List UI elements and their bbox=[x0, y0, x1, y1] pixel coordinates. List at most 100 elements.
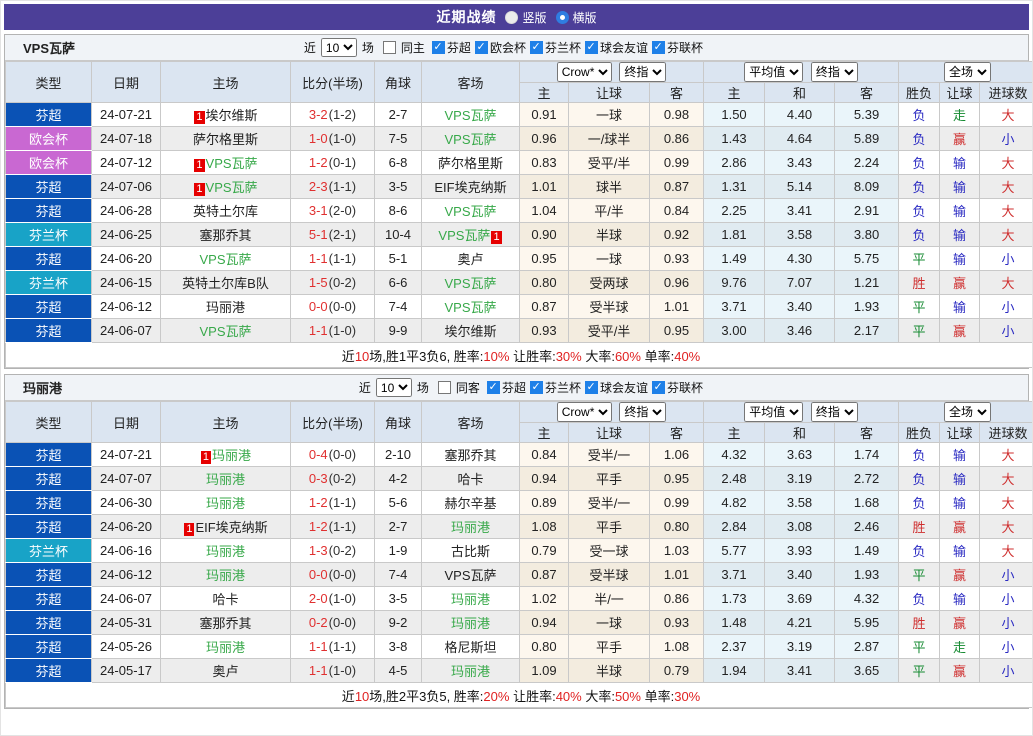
league-filter[interactable]: 芬超 bbox=[483, 379, 526, 396]
result-wdl: 负 bbox=[898, 538, 941, 563]
league-filter[interactable]: 芬联杯 bbox=[648, 39, 703, 56]
crow-home-odds: 0.90 bbox=[519, 222, 569, 247]
avg-home-odds: 1.73 bbox=[703, 586, 766, 611]
avg-draw-odds: 3.58 bbox=[764, 490, 836, 515]
table-row: 芬兰杯 24-06-15 英特土尔库B队 1-5(0-2) 6-6 VPS瓦萨 … bbox=[5, 270, 1032, 295]
avg-company-select[interactable]: 平均值 bbox=[744, 62, 804, 82]
crow-final-select[interactable]: 终指 bbox=[619, 402, 667, 422]
home-team-cell: 玛丽港 bbox=[160, 562, 291, 587]
avg-home-odds: 9.76 bbox=[703, 270, 766, 295]
home-team-cell: 玛丽港 bbox=[160, 538, 291, 563]
same-venue-label: 同主 bbox=[400, 41, 425, 55]
radio-vertical-label: 竖版 bbox=[522, 10, 547, 25]
crow-company-select[interactable]: Crow* bbox=[556, 62, 612, 82]
fulltime-select[interactable]: 全场 bbox=[944, 62, 992, 82]
away-team-cell: 玛丽港 bbox=[421, 514, 520, 539]
same-venue-checkbox[interactable] bbox=[437, 381, 451, 394]
league-filter[interactable]: 芬联杯 bbox=[648, 379, 703, 396]
avg-draw-odds: 4.40 bbox=[764, 102, 836, 127]
league-filter[interactable]: 球会友谊 bbox=[581, 379, 648, 396]
col-crow-home: 主 bbox=[519, 82, 569, 103]
match-count-select[interactable]: 10 bbox=[375, 378, 412, 397]
crow-home-odds: 1.01 bbox=[519, 174, 569, 199]
score-cell: 1-1(1-1) bbox=[290, 246, 375, 271]
radio-vertical-icon[interactable] bbox=[505, 10, 519, 24]
checkbox-checked-icon[interactable] bbox=[486, 380, 500, 394]
fulltime-select-group: 全场 bbox=[898, 401, 1032, 423]
radio-horizontal-icon[interactable] bbox=[555, 10, 569, 24]
home-team-name: 塞那乔其 bbox=[199, 228, 252, 243]
halftime-score: (1-1) bbox=[328, 519, 357, 534]
checkbox-checked-icon[interactable] bbox=[651, 380, 665, 394]
crow-away-odds: 0.87 bbox=[648, 174, 705, 199]
crow-home-odds: 0.83 bbox=[519, 150, 569, 175]
checkbox-checked-icon[interactable] bbox=[584, 380, 598, 394]
checkbox-checked-icon[interactable] bbox=[431, 40, 445, 54]
home-team-cell: 1 玛丽港 bbox=[160, 442, 291, 467]
league-type-badge: 芬超 bbox=[5, 658, 92, 683]
crow-handicap-line: 半球 bbox=[568, 222, 650, 247]
fulltime-score: 3-1 bbox=[308, 203, 328, 218]
league-filter[interactable]: 芬超 bbox=[428, 39, 471, 56]
avg-away-odds: 5.75 bbox=[834, 246, 900, 271]
halftime-score: (0-0) bbox=[328, 299, 357, 314]
score-cell: 1-2(1-1) bbox=[290, 490, 375, 515]
league-filter[interactable]: 球会友谊 bbox=[581, 39, 648, 56]
crow-handicap-line: 平手 bbox=[568, 634, 650, 659]
corner-cell: 9-9 bbox=[374, 318, 422, 343]
result-wdl: 负 bbox=[898, 466, 941, 491]
checkbox-checked-icon[interactable] bbox=[529, 380, 543, 394]
checkbox-checked-icon[interactable] bbox=[474, 40, 488, 54]
games-label: 场 bbox=[416, 381, 429, 395]
halftime-score: (1-1) bbox=[328, 495, 357, 510]
league-filter[interactable]: 欧会杯 bbox=[471, 39, 526, 56]
league-filter[interactable]: 芬兰杯 bbox=[526, 379, 581, 396]
result-handicap: 输 bbox=[939, 490, 981, 515]
result-handicap: 输 bbox=[939, 150, 981, 175]
away-team-cell: VPS瓦萨 bbox=[421, 294, 520, 319]
league-type-badge: 芬超 bbox=[5, 198, 92, 223]
crow-away-odds: 0.92 bbox=[648, 222, 705, 247]
fulltime-select[interactable]: 全场 bbox=[944, 402, 992, 422]
layout-radio-horizontal[interactable]: 横版 bbox=[555, 9, 597, 26]
result-goals: 大 bbox=[979, 514, 1032, 539]
table-row: 芬超 24-07-06 1 VPS瓦萨 2-3(1-1) 3-5 EIF埃克纳斯 … bbox=[5, 174, 1032, 199]
date-cell: 24-06-20 bbox=[91, 514, 161, 539]
result-goals: 大 bbox=[979, 150, 1032, 175]
crow-final-select[interactable]: 终指 bbox=[619, 62, 667, 82]
checkbox-checked-icon[interactable] bbox=[529, 40, 543, 54]
corner-cell: 6-6 bbox=[374, 270, 422, 295]
avg-away-odds: 5.39 bbox=[834, 102, 900, 127]
layout-radio-vertical[interactable]: 竖版 bbox=[505, 9, 547, 26]
crow-away-odds: 0.96 bbox=[648, 270, 705, 295]
avg-final-select[interactable]: 终指 bbox=[810, 62, 858, 82]
crow-away-odds: 0.80 bbox=[648, 514, 705, 539]
result-handicap: 赢 bbox=[939, 514, 981, 539]
result-goals: 大 bbox=[979, 270, 1032, 295]
corner-cell: 3-5 bbox=[374, 586, 422, 611]
crow-handicap-line: 平/半 bbox=[568, 198, 650, 223]
score-cell: 0-0(0-0) bbox=[290, 294, 375, 319]
corner-cell: 7-4 bbox=[374, 294, 422, 319]
checkbox-checked-icon[interactable] bbox=[584, 40, 598, 54]
league-filter[interactable]: 芬兰杯 bbox=[526, 39, 581, 56]
score-cell: 3-1(2-0) bbox=[290, 198, 375, 223]
away-team-name: VPS瓦萨 bbox=[444, 300, 497, 315]
match-count-select[interactable]: 10 bbox=[320, 38, 357, 57]
away-team-cell: VPS瓦萨 bbox=[421, 270, 520, 295]
away-team-cell: 奥卢 bbox=[421, 246, 520, 271]
col-home: 主场 bbox=[160, 61, 291, 103]
avg-company-select[interactable]: 平均值 bbox=[744, 402, 804, 422]
result-wdl: 负 bbox=[898, 586, 941, 611]
near-label: 近 bbox=[358, 381, 371, 395]
checkbox-checked-icon[interactable] bbox=[651, 40, 665, 54]
date-cell: 24-07-07 bbox=[91, 466, 161, 491]
crow-company-select[interactable]: Crow* bbox=[556, 402, 612, 422]
table-row: 芬超 24-06-28 英特土尔库 3-1(2-0) 8-6 VPS瓦萨 1.0… bbox=[5, 198, 1032, 223]
table-row: 芬超 24-07-21 1 埃尔维斯 3-2(1-2) 2-7 VPS瓦萨 0.9… bbox=[5, 102, 1032, 127]
result-wdl: 负 bbox=[898, 126, 941, 151]
crow-handicap-line: 受一球 bbox=[568, 538, 650, 563]
home-team-cell: 玛丽港 bbox=[160, 634, 291, 659]
avg-final-select[interactable]: 终指 bbox=[810, 402, 858, 422]
same-venue-checkbox[interactable] bbox=[382, 41, 396, 54]
